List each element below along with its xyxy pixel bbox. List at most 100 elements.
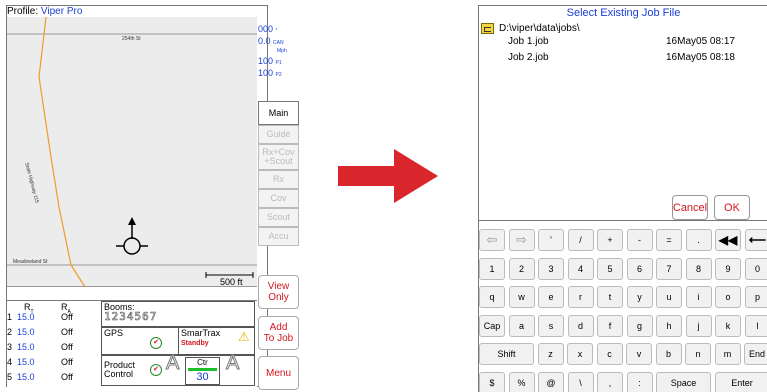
- key-symbol[interactable]: -: [626, 229, 653, 251]
- key-enter[interactable]: Enter: [714, 372, 767, 392]
- key-q[interactable]: q: [479, 286, 505, 308]
- folder-up-icon[interactable]: [481, 23, 494, 34]
- key-y[interactable]: y: [626, 286, 653, 308]
- key-o[interactable]: o: [715, 286, 741, 308]
- job-file-name[interactable]: Job 1.job: [508, 36, 549, 47]
- key-symbol[interactable]: =: [656, 229, 682, 251]
- steer-right-icon[interactable]: A: [225, 353, 239, 374]
- key-shift[interactable]: Shift: [479, 343, 534, 365]
- key-8[interactable]: 8: [685, 258, 712, 280]
- key-symbol[interactable]: @: [538, 372, 564, 392]
- key-symbol[interactable]: \: [567, 372, 594, 392]
- job-file-name[interactable]: Job 2.job: [508, 52, 549, 63]
- key-x[interactable]: x: [567, 343, 593, 365]
- key-i[interactable]: i: [685, 286, 712, 308]
- key-symbol[interactable]: ⇨: [508, 229, 535, 251]
- key-symbol[interactable]: :: [626, 372, 653, 392]
- key-cap[interactable]: Cap: [479, 315, 505, 337]
- heading-value: 000: [258, 24, 274, 34]
- smartrax-status: Standby: [181, 340, 209, 347]
- key-9[interactable]: 9: [715, 258, 741, 280]
- booms-panel[interactable]: Booms: 1234567: [101, 301, 255, 327]
- key-space[interactable]: Space: [656, 372, 711, 392]
- gps-panel[interactable]: GPS ✔ SmarTrax Standby ⚠: [101, 327, 255, 355]
- key-n[interactable]: n: [685, 343, 711, 365]
- key-z[interactable]: z: [537, 343, 564, 365]
- key-symbol[interactable]: ': [538, 229, 564, 251]
- key-u[interactable]: u: [656, 286, 682, 308]
- row-number: 3: [7, 342, 13, 352]
- rt-value: 15.0: [17, 372, 35, 382]
- tab-rx-cov-scout[interactable]: Rx+Cov +Scout: [258, 144, 299, 170]
- cancel-button[interactable]: Cancel: [672, 195, 708, 220]
- profile-name[interactable]: Viper Pro: [41, 6, 83, 17]
- view-only-button[interactable]: View Only: [258, 275, 299, 309]
- add-to-job-button[interactable]: Add To Job: [258, 316, 299, 350]
- rate-row: 1 15.0: [7, 312, 35, 322]
- key-4[interactable]: 4: [567, 258, 594, 280]
- street-label-bottom: Meadowland St: [13, 259, 48, 265]
- key-g[interactable]: g: [626, 315, 653, 337]
- key-2[interactable]: 2: [508, 258, 535, 280]
- key-symbol[interactable]: ,: [597, 372, 623, 392]
- field-map[interactable]: 254th St State Highway 115 Meadowland St…: [7, 17, 257, 287]
- key-l[interactable]: l: [744, 315, 767, 337]
- key-symbol[interactable]: /: [567, 229, 594, 251]
- ok-button[interactable]: OK: [714, 195, 750, 220]
- tab-main[interactable]: Main: [258, 101, 299, 125]
- rt-value: 15.0: [17, 357, 35, 367]
- key-j[interactable]: j: [685, 315, 712, 337]
- tab-rx[interactable]: Rx: [258, 170, 299, 189]
- key-m[interactable]: m: [714, 343, 741, 365]
- key-r[interactable]: r: [567, 286, 594, 308]
- key-s[interactable]: s: [538, 315, 564, 337]
- degree-unit: °: [275, 28, 278, 34]
- key-w[interactable]: w: [508, 286, 535, 308]
- key-d[interactable]: d: [567, 315, 594, 337]
- arrow-right-icon: [338, 149, 438, 203]
- key-a[interactable]: a: [508, 315, 535, 337]
- key-7[interactable]: 7: [656, 258, 682, 280]
- tab-guide[interactable]: Guide: [258, 125, 299, 144]
- product-control-panel[interactable]: Product Control ✔ A Ctr 30 A: [101, 353, 255, 386]
- key-6[interactable]: 6: [626, 258, 653, 280]
- key-p[interactable]: p: [744, 286, 767, 308]
- key-f[interactable]: f: [597, 315, 623, 337]
- dialog-title: Select Existing Job File: [566, 7, 681, 19]
- rate-row: 2 15.0: [7, 327, 35, 337]
- tab-cov[interactable]: Cov: [258, 189, 299, 208]
- main-screen: Profile: Viper Pro 254th St State Highwa…: [6, 5, 299, 390]
- key-b[interactable]: b: [655, 343, 682, 365]
- key-symbol[interactable]: $: [479, 372, 505, 392]
- key-t[interactable]: t: [597, 286, 623, 308]
- key-symbol[interactable]: ⇦: [479, 229, 505, 251]
- p1-value: 100: [258, 56, 274, 66]
- key-[interactable]: ◀◀: [715, 229, 741, 251]
- key-symbol[interactable]: %: [508, 372, 535, 392]
- key-1[interactable]: 1: [479, 258, 505, 280]
- tab-accu[interactable]: Accu: [258, 227, 299, 246]
- key-c[interactable]: c: [596, 343, 623, 365]
- key-v[interactable]: v: [626, 343, 652, 365]
- tab-scout[interactable]: Scout: [258, 208, 299, 227]
- row-number: 5: [7, 372, 13, 382]
- profile-bar: Profile: Viper Pro: [7, 6, 267, 17]
- rt-value: 15.0: [17, 342, 35, 352]
- center-box: Ctr 30: [185, 357, 220, 385]
- rate-row: 5 15.0: [7, 372, 35, 382]
- steer-left-icon[interactable]: A: [165, 353, 179, 374]
- key-end[interactable]: End: [744, 343, 767, 365]
- key-3[interactable]: 3: [538, 258, 564, 280]
- key-symbol[interactable]: +: [597, 229, 623, 251]
- path-bar: D:\viper\data\jobs\: [481, 23, 580, 34]
- key-5[interactable]: 5: [597, 258, 623, 280]
- menu-button[interactable]: Menu: [258, 356, 299, 390]
- key-k[interactable]: k: [715, 315, 741, 337]
- p1-label: P1: [275, 60, 282, 66]
- key-h[interactable]: h: [656, 315, 682, 337]
- key-symbol[interactable]: .: [685, 229, 712, 251]
- key-symbol[interactable]: ⟵: [744, 229, 767, 251]
- gps-ok-icon: ✔: [150, 337, 162, 349]
- key-e[interactable]: e: [538, 286, 564, 308]
- key-0[interactable]: 0: [744, 258, 767, 280]
